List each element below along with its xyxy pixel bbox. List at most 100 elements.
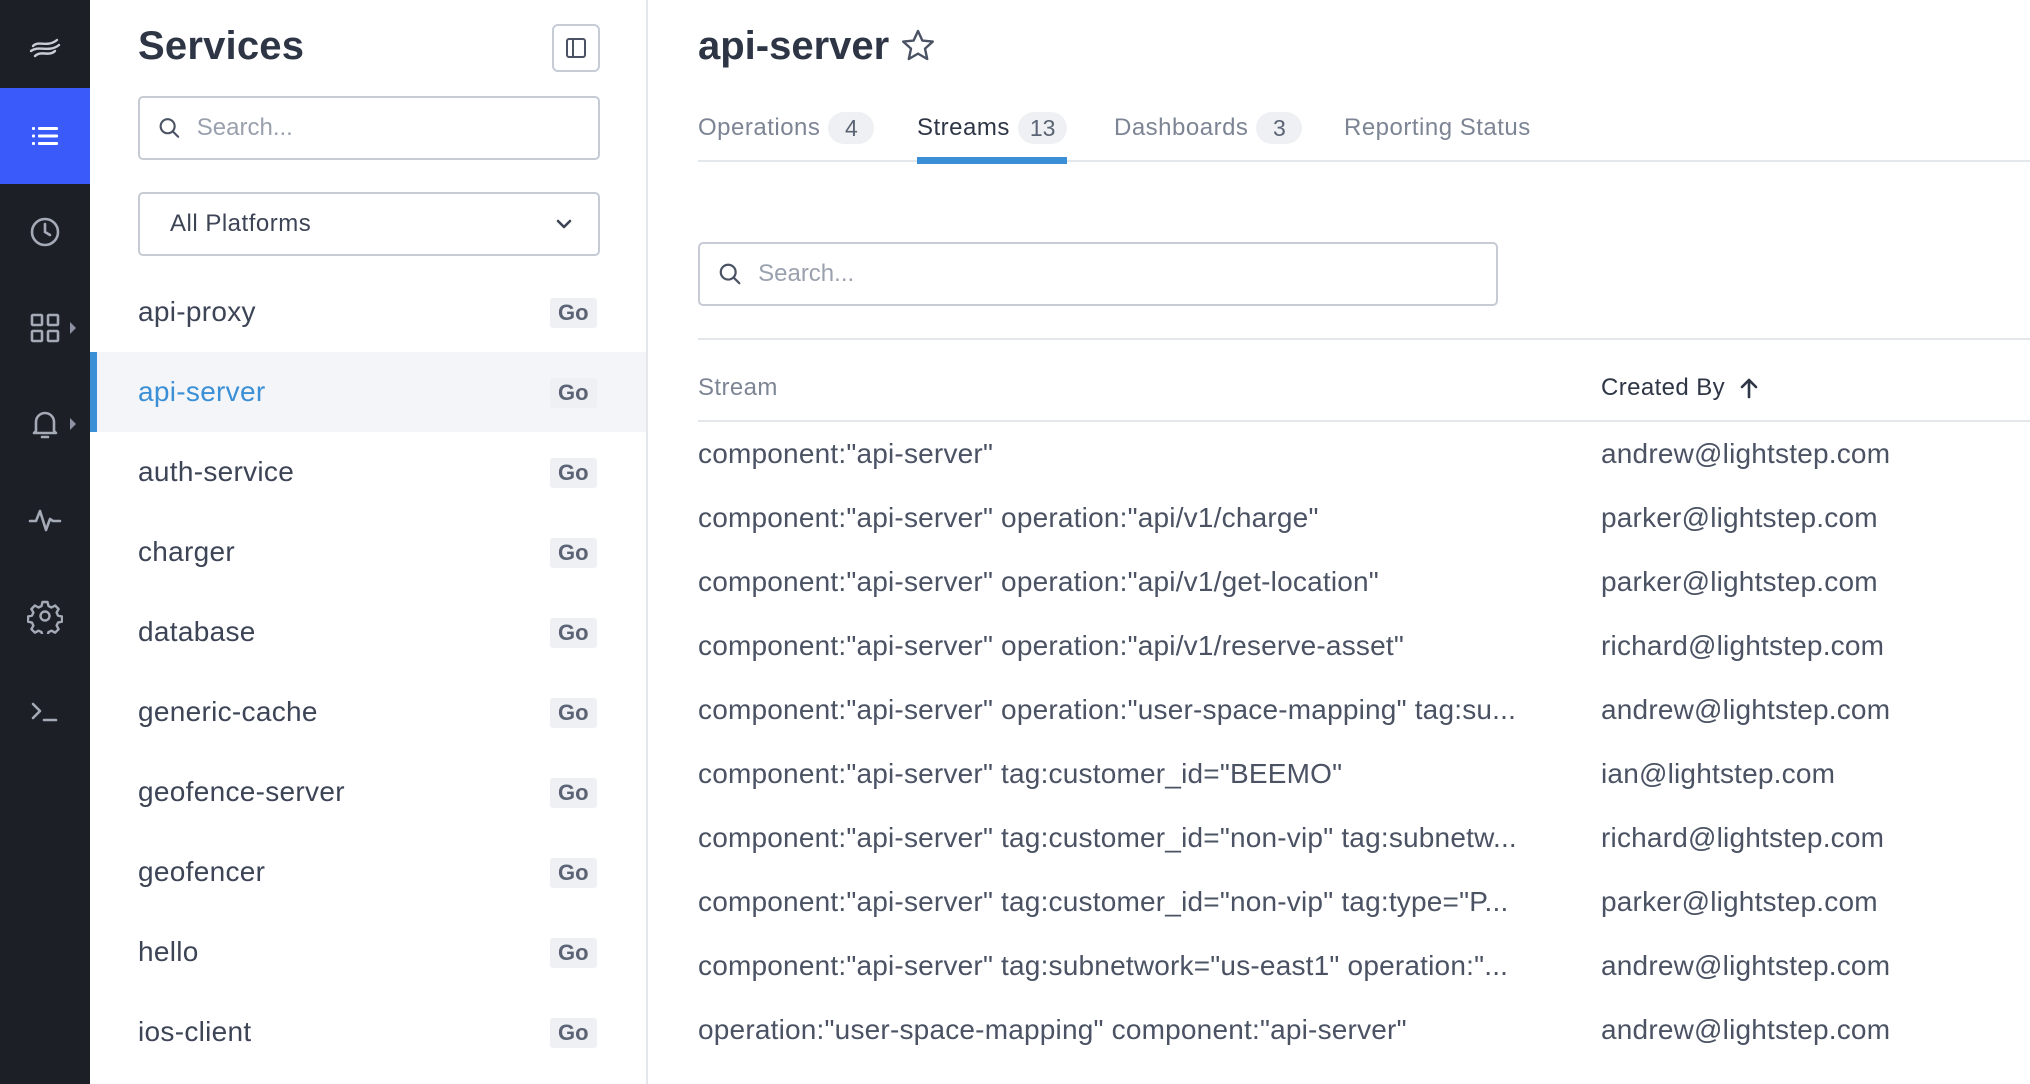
nav-dashboards[interactable] <box>0 280 90 376</box>
tab-label: Operations <box>698 114 821 141</box>
tab-label: Dashboards <box>1114 114 1249 141</box>
service-name: database <box>138 616 256 647</box>
nav-history[interactable] <box>0 184 90 280</box>
tab-count-badge: 3 <box>1256 112 1303 144</box>
tab-label: Reporting Status <box>1344 114 1531 141</box>
created-by: andrew@lightstep.com <box>1601 1014 1891 1045</box>
created-by: parker@lightstep.com <box>1601 886 1878 917</box>
created-by: parker@lightstep.com <box>1601 502 1878 533</box>
nav-settings[interactable] <box>0 568 90 664</box>
table-row[interactable]: component:"api-server" tag:subnetwork="u… <box>698 934 2030 998</box>
clock-icon <box>30 217 60 247</box>
table-row[interactable]: component:"api-server" operation:"api/v1… <box>698 486 2030 550</box>
stream-query: component:"api-server" tag:subnetwork="u… <box>698 950 1509 981</box>
created-by: richard@lightstep.com <box>1601 822 1885 853</box>
column-header-stream[interactable]: Stream <box>698 374 778 402</box>
platform-dropdown[interactable]: All Platforms <box>138 192 600 256</box>
services-sidebar: Services All Platforms api-proxy Go api-… <box>90 0 648 1084</box>
submenu-caret-icon <box>70 418 76 430</box>
table-row[interactable]: component:"api-server" tag:customer_id="… <box>698 806 2030 870</box>
stream-query: component:"api-server" tag:customer_id="… <box>698 758 1343 789</box>
bell-icon <box>32 411 58 439</box>
sidebar-search-input[interactable] <box>196 98 598 158</box>
service-item-hello[interactable]: hello Go <box>90 912 646 992</box>
page-title: api-server <box>698 24 890 68</box>
search-icon <box>719 263 741 285</box>
search-icon <box>159 118 180 138</box>
sidebar-title: Services <box>138 24 305 68</box>
language-badge: Go <box>550 458 597 488</box>
terminal-icon <box>31 702 58 722</box>
nav-terminal[interactable] <box>0 664 90 760</box>
nav-activity[interactable] <box>0 472 90 568</box>
language-badge: Go <box>550 298 597 328</box>
language-badge: Go <box>550 538 597 568</box>
tab-count-badge: 13 <box>1017 112 1068 144</box>
tab-label: Streams <box>917 114 1010 141</box>
created-by: ian@lightstep.com <box>1601 758 1836 789</box>
sidebar-search-field[interactable] <box>138 96 600 160</box>
tab-reporting-status[interactable]: Reporting Status <box>1344 112 1531 160</box>
stream-query: component:"api-server" operation:"api/v1… <box>698 630 1404 661</box>
list-icon <box>32 127 58 145</box>
sort-arrow-up-icon <box>1740 378 1758 399</box>
table-header: Stream Created By <box>698 360 2030 422</box>
divider <box>698 338 2030 340</box>
main-panel: api-server Operations 4 Streams 13 Dashb… <box>648 0 2030 1084</box>
streams-search-field[interactable] <box>698 242 1498 306</box>
lightstep-logo-icon[interactable] <box>0 0 90 96</box>
stream-query: component:"api-server" operation:"api/v1… <box>698 566 1379 597</box>
active-tab-indicator <box>917 157 1068 164</box>
table-row[interactable]: component:"api-server" operation:"api/v1… <box>698 614 2030 678</box>
table-row[interactable]: component:"api-server" operation:"user-s… <box>698 678 2030 742</box>
nav-alerts[interactable] <box>0 376 90 472</box>
table-row[interactable]: component:"api-server" andrew@lightstep.… <box>698 422 2030 486</box>
service-item-api-proxy[interactable]: api-proxy Go <box>90 272 646 352</box>
service-item-charger[interactable]: charger Go <box>90 512 646 592</box>
stream-query: component:"api-server" operation:"api/v1… <box>698 502 1319 533</box>
table-row[interactable]: component:"api-server" tag:customer_id="… <box>698 870 2030 934</box>
service-name: ios-client <box>138 1016 252 1047</box>
stream-query: component:"api-server" tag:customer_id="… <box>698 886 1509 917</box>
nav-services[interactable] <box>0 88 90 184</box>
language-badge: Go <box>550 618 597 648</box>
star-icon[interactable] <box>900 28 936 64</box>
service-item-geofencer[interactable]: geofencer Go <box>90 832 646 912</box>
language-badge: Go <box>550 778 597 808</box>
service-name: geofencer <box>138 856 266 887</box>
service-item-generic-cache[interactable]: generic-cache Go <box>90 672 646 752</box>
tab-streams[interactable]: Streams 13 <box>917 112 1068 164</box>
column-header-created-by[interactable]: Created By <box>1601 374 1759 402</box>
submenu-caret-icon <box>70 322 76 334</box>
language-badge: Go <box>550 378 597 408</box>
grid-icon <box>30 313 60 343</box>
tab-dashboards[interactable]: Dashboards 3 <box>1114 112 1303 160</box>
gear-icon <box>27 600 63 634</box>
collapse-sidebar-button[interactable] <box>552 24 600 72</box>
service-item-geofence-server[interactable]: geofence-server Go <box>90 752 646 832</box>
table-row[interactable]: operation:"user-space-mapping" component… <box>698 998 2030 1062</box>
stream-query: component:"api-server" <box>698 438 994 469</box>
created-by: andrew@lightstep.com <box>1601 950 1891 981</box>
streams-search-input[interactable] <box>758 244 1496 304</box>
service-item-database[interactable]: database Go <box>90 592 646 672</box>
service-name: generic-cache <box>138 696 318 727</box>
nav-rail <box>0 0 90 1084</box>
platform-dropdown-value: All Platforms <box>170 210 312 237</box>
stream-query: component:"api-server" operation:"user-s… <box>698 694 1517 725</box>
language-badge: Go <box>550 698 597 728</box>
table-row[interactable]: component:"api-server" tag:customer_id="… <box>698 742 2030 806</box>
tab-count-badge: 4 <box>828 112 875 144</box>
service-name: auth-service <box>138 456 295 487</box>
tab-operations[interactable]: Operations 4 <box>698 112 875 160</box>
pulse-icon <box>28 509 62 532</box>
chevron-down-icon <box>556 219 572 229</box>
service-item-auth-service[interactable]: auth-service Go <box>90 432 646 512</box>
created-by: andrew@lightstep.com <box>1601 438 1891 469</box>
service-item-api-server[interactable]: api-server Go <box>90 352 646 432</box>
service-list: api-proxy Go api-server Go auth-service … <box>90 272 646 1072</box>
stream-query: operation:"user-space-mapping" component… <box>698 1014 1407 1045</box>
service-name: hello <box>138 936 199 967</box>
table-row[interactable]: component:"api-server" operation:"api/v1… <box>698 550 2030 614</box>
service-item-ios-client[interactable]: ios-client Go <box>90 992 646 1072</box>
